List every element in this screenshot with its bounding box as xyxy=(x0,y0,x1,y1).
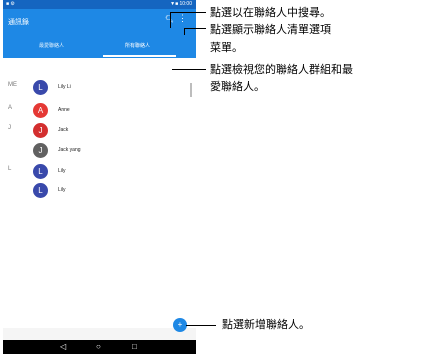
tab-indicator xyxy=(103,55,176,57)
contact-name: Lily xyxy=(58,187,66,193)
page-title: 通訊錄 xyxy=(8,19,29,26)
leader-line xyxy=(170,12,206,13)
annotation-menu-line2: 菜單。 xyxy=(210,41,243,54)
annotation-groups-line1: 點選檢視您的聯絡人群組和最 xyxy=(210,63,353,76)
section-letter: J xyxy=(8,125,11,131)
leader-line xyxy=(186,325,216,326)
add-contact-icon: + xyxy=(177,320,183,329)
list-item[interactable]: ME L Lily Li xyxy=(3,78,196,98)
contact-name: Anne xyxy=(58,107,70,113)
status-bar: ■ ⚙ ▼■ 10:00 xyxy=(3,0,196,9)
app-bar: 通訊錄 🔍︎ ⋮ xyxy=(3,9,196,36)
leader-line xyxy=(172,69,206,70)
tab-favorites[interactable]: 最愛聯絡人 xyxy=(39,42,64,49)
section-letter: L xyxy=(8,166,12,172)
list-item[interactable]: L Lily xyxy=(3,181,196,201)
navigation-bar: ◁ ○ □ xyxy=(3,340,196,354)
avatar: J xyxy=(33,123,48,138)
add-contact-button[interactable]: + xyxy=(173,318,187,332)
list-item[interactable]: A A Anne xyxy=(3,101,196,121)
home-button[interactable]: ○ xyxy=(96,342,101,352)
status-right: ▼■ 10:00 xyxy=(170,1,192,7)
leader-line xyxy=(170,12,171,28)
recents-button[interactable]: □ xyxy=(132,342,137,352)
list-item[interactable]: J Jack yang xyxy=(3,141,196,161)
tab-bar: 最愛聯絡人 所有聯絡人 xyxy=(3,36,196,58)
annotation-groups-line2: 愛聯絡人。 xyxy=(210,80,265,93)
leader-line xyxy=(184,28,206,29)
avatar: L xyxy=(33,183,48,198)
annotation-add-contact: 點選新增聯絡人。 xyxy=(222,318,310,331)
overflow-menu-icon[interactable]: ⋮ xyxy=(178,14,187,23)
list-item[interactable]: L L Lily xyxy=(3,162,196,182)
avatar: J xyxy=(33,143,48,158)
annotation-search: 點選以在聯絡人中搜尋。 xyxy=(210,6,331,19)
avatar: L xyxy=(33,164,48,179)
contact-name: Jack yang xyxy=(58,147,81,153)
list-item[interactable]: J J Jack xyxy=(3,121,196,141)
section-letter: A xyxy=(8,105,13,111)
scrollbar[interactable] xyxy=(190,83,192,97)
phone-screen: ■ ⚙ ▼■ 10:00 通訊錄 🔍︎ ⋮ 最愛聯絡人 所有聯絡人 ME L L… xyxy=(3,0,196,354)
tab-all-contacts[interactable]: 所有聯絡人 xyxy=(125,42,150,49)
leader-line xyxy=(184,28,185,35)
contact-name: Jack xyxy=(58,127,69,133)
annotation-menu-line1: 點選顯示聯絡人清單選項 xyxy=(210,23,331,36)
contact-name: Lily xyxy=(58,168,66,174)
contact-name: Lily Li xyxy=(58,84,71,90)
contact-list[interactable]: ME L Lily Li A A Anne J J Jack J Jack ya… xyxy=(3,58,196,328)
status-left: ■ ⚙ xyxy=(6,1,15,7)
avatar: L xyxy=(33,80,48,95)
avatar: A xyxy=(33,103,48,118)
back-button[interactable]: ◁ xyxy=(60,342,66,352)
section-letter: ME xyxy=(8,82,17,88)
